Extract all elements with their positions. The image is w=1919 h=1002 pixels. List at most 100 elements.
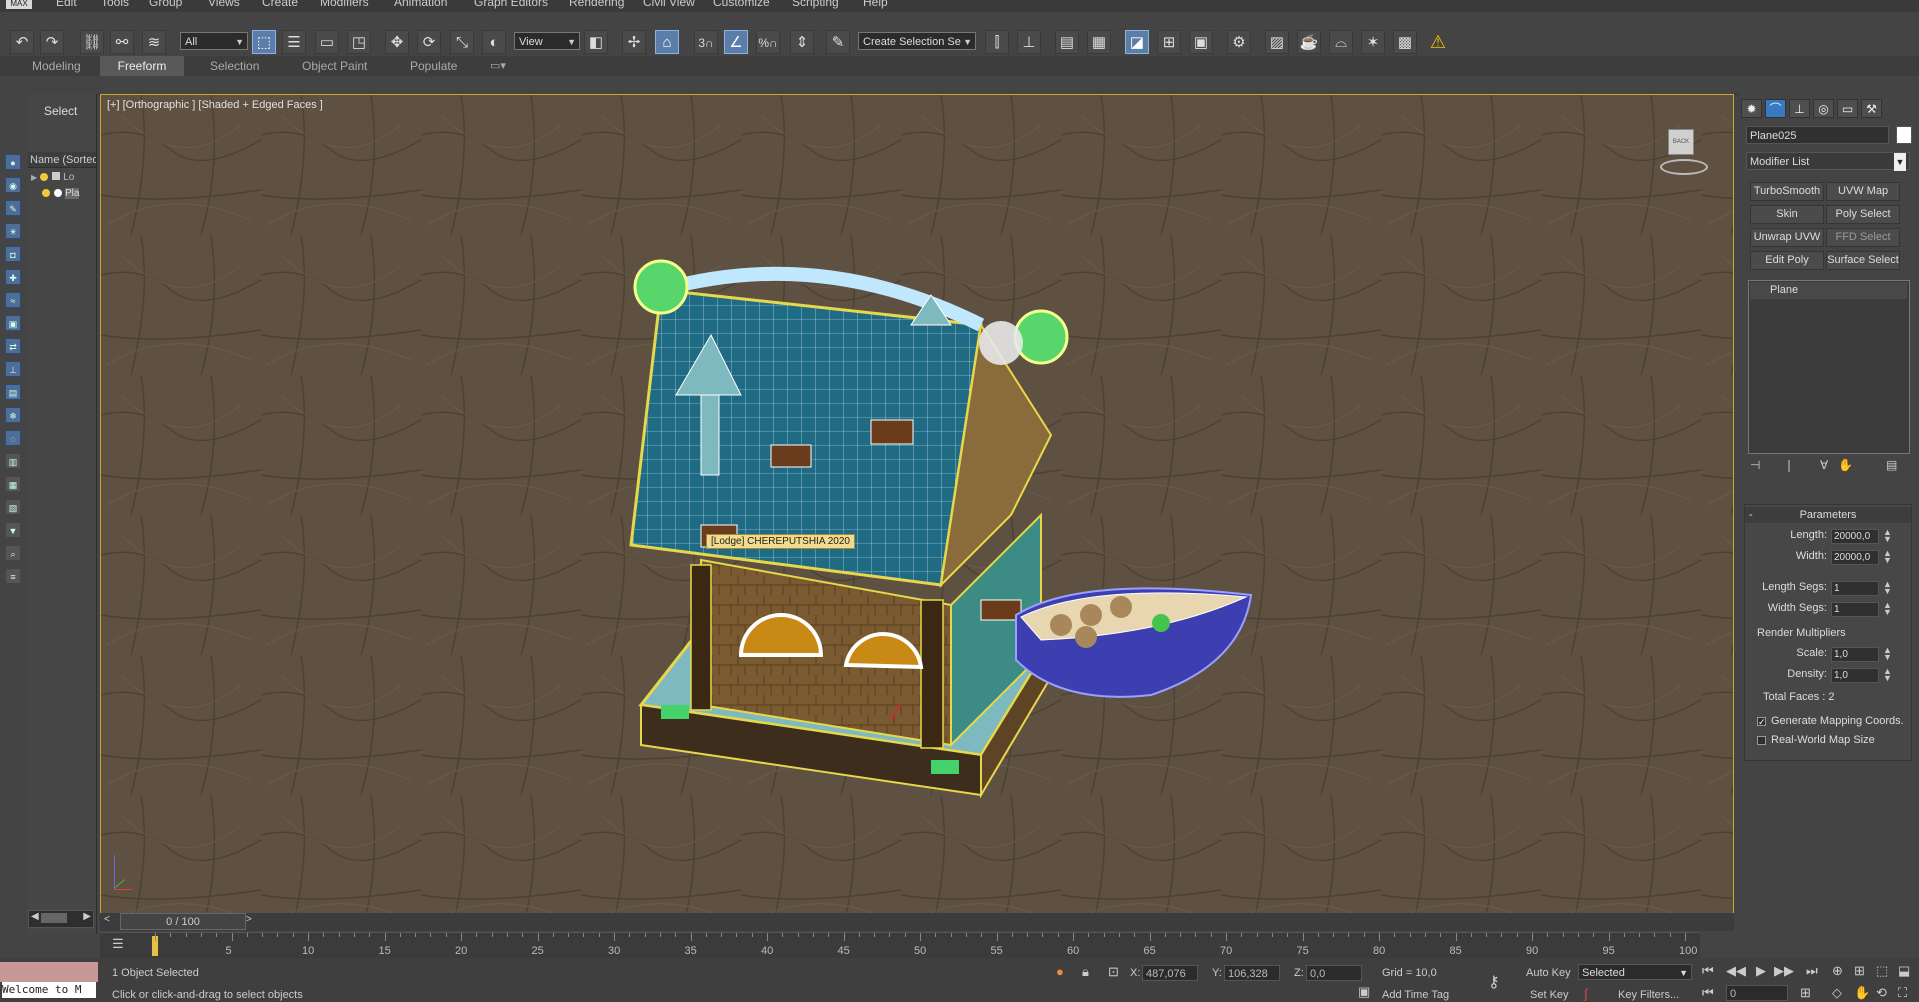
pan-view-icon[interactable]: ✋: [1854, 985, 1870, 1001]
density-input[interactable]: 1,0: [1831, 668, 1879, 683]
remove-modifier-icon[interactable]: ✋: [1838, 458, 1853, 472]
warning-icon[interactable]: ⚠: [1426, 30, 1450, 54]
scale-icon[interactable]: ⤡: [450, 30, 474, 54]
display-bones-icon[interactable]: ⊥: [5, 361, 21, 377]
expand-icon[interactable]: ▶: [31, 173, 37, 182]
menu-civil-view[interactable]: Civil View: [643, 0, 695, 9]
length-segs-input[interactable]: 1: [1831, 581, 1879, 596]
length-spinner[interactable]: ▲ ▼: [1883, 528, 1892, 544]
edit-poly-button[interactable]: Edit Poly: [1750, 251, 1824, 270]
next-frame-icon[interactable]: ▶▶: [1774, 963, 1794, 979]
go-to-end-icon[interactable]: ⏭: [1806, 963, 1818, 979]
zoom-icon[interactable]: ⊕: [1832, 963, 1843, 979]
scroll-left-icon[interactable]: ◀: [31, 911, 39, 922]
list-item[interactable]: ▶ Lo: [28, 170, 96, 186]
width-spinner[interactable]: ▲ ▼: [1883, 549, 1892, 565]
y-coord-field[interactable]: 106,328: [1224, 965, 1280, 981]
placement-icon[interactable]: ◐: [482, 30, 506, 54]
select-by-name-icon[interactable]: ☰: [282, 30, 306, 54]
time-slider-thumb[interactable]: 0 / 100: [120, 913, 246, 930]
display-containers-icon[interactable]: ▤: [5, 384, 21, 400]
angle-snap-icon[interactable]: ∠: [724, 30, 748, 54]
menu-edit[interactable]: Edit: [56, 0, 77, 9]
selection-set-dropdown[interactable]: Selected ▼: [1578, 964, 1692, 980]
object-name-field[interactable]: Plane025: [1746, 126, 1889, 144]
explorer-scrollbar[interactable]: ◀ ▶: [28, 910, 94, 928]
modify-tab-icon[interactable]: ⌒: [1765, 99, 1786, 118]
explorer-select-label[interactable]: Select: [44, 104, 77, 118]
ribbon-options-icon[interactable]: ▭▾: [480, 56, 516, 76]
create-tab-icon[interactable]: ✹: [1741, 99, 1762, 118]
filter-icon[interactable]: ▼: [5, 522, 21, 538]
bind-spacewarp-icon[interactable]: ≋: [142, 30, 166, 54]
maxscript-output[interactable]: Welcome to M: [2, 982, 96, 998]
link-icon[interactable]: ⛓: [80, 30, 104, 54]
poly-select-button[interactable]: Poly Select: [1826, 205, 1900, 224]
display-geometry-icon[interactable]: ◉: [5, 177, 21, 193]
time-next-icon[interactable]: >: [246, 914, 252, 925]
undo-icon[interactable]: ↶: [10, 30, 34, 54]
render-production-icon[interactable]: ☕: [1297, 30, 1321, 54]
hierarchy-tab-icon[interactable]: ⊥: [1789, 99, 1810, 118]
uvw-map-button[interactable]: UVW Map: [1826, 182, 1900, 201]
menu-help[interactable]: Help: [863, 0, 888, 9]
name-column-header[interactable]: Name (Sorted: [28, 152, 96, 168]
play-icon[interactable]: ▶: [1756, 963, 1766, 979]
unwrap-uvw-button[interactable]: Unwrap UVW: [1750, 228, 1824, 247]
unlink-icon[interactable]: ⚯: [110, 30, 134, 54]
set-key-mode-icon[interactable]: ⚷: [1488, 972, 1500, 992]
material-editor-icon[interactable]: ▣: [1189, 30, 1213, 54]
viewcube-face[interactable]: BACK: [1668, 129, 1694, 155]
render-iterative-icon[interactable]: ⌓: [1329, 30, 1353, 54]
menu-animation[interactable]: Animation: [394, 0, 447, 9]
length-input[interactable]: 20000,0: [1831, 529, 1879, 544]
viewcube-ring[interactable]: [1660, 159, 1708, 175]
object-color-swatch[interactable]: [1896, 126, 1912, 144]
modifier-stack[interactable]: Plane: [1748, 280, 1910, 454]
zoom-all-icon[interactable]: ⊞: [1854, 963, 1865, 979]
density-spinner[interactable]: ▲ ▼: [1883, 667, 1892, 683]
find-icon[interactable]: ⌕: [5, 545, 21, 561]
tab-modeling[interactable]: Modeling: [22, 56, 91, 76]
configure-sets-icon[interactable]: ▤: [1886, 458, 1897, 472]
time-prev-icon[interactable]: <: [104, 914, 110, 925]
display-tab-icon[interactable]: ▭: [1837, 99, 1858, 118]
select-manipulate-icon[interactable]: ✢: [622, 30, 646, 54]
redo-icon[interactable]: ↷: [40, 30, 64, 54]
curve-editor-icon[interactable]: ◪: [1125, 30, 1149, 54]
display-children-icon[interactable]: ▥: [5, 453, 21, 469]
display-groups-icon[interactable]: ▣: [5, 315, 21, 331]
selection-filter-dropdown[interactable]: All ▼: [180, 32, 248, 50]
orbit-icon[interactable]: ⟲: [1876, 985, 1887, 1001]
key-filters-button[interactable]: Key Filters...: [1618, 989, 1679, 1001]
scroll-thumb[interactable]: [41, 913, 67, 923]
menu-customize[interactable]: Customize: [713, 0, 770, 9]
ffd-select-button[interactable]: FFD Select: [1826, 228, 1900, 247]
viewport-orthographic[interactable]: [+] [Orthographic ] [Shaded + Edged Face…: [100, 94, 1734, 914]
display-shapes-icon[interactable]: ✎: [5, 200, 21, 216]
display-lights-icon[interactable]: ☀: [5, 223, 21, 239]
app-logo[interactable]: MAX: [6, 0, 32, 9]
scale-spinner[interactable]: ▲ ▼: [1883, 646, 1892, 662]
maxscript-mini-listener[interactable]: [0, 962, 98, 982]
named-selection-dropdown[interactable]: Create Selection Se ▼: [858, 32, 976, 50]
skin-button[interactable]: Skin: [1750, 205, 1824, 224]
maximize-viewport-icon[interactable]: ⛶: [1898, 985, 1907, 1001]
tab-selection[interactable]: Selection: [200, 56, 269, 76]
previous-frame-icon[interactable]: ◀◀: [1726, 963, 1746, 979]
go-to-start-icon[interactable]: ⏮: [1702, 963, 1714, 979]
surface-select-button[interactable]: Surface Select: [1826, 251, 1900, 270]
rendered-frame-icon[interactable]: ▨: [1265, 30, 1289, 54]
scale-input[interactable]: 1,0: [1831, 647, 1879, 662]
edit-named-sets-icon[interactable]: ✎: [826, 30, 850, 54]
modifier-list-dropdown[interactable]: Modifier List ▼: [1746, 152, 1910, 171]
display-spacewarps-icon[interactable]: ≈: [5, 292, 21, 308]
percent-snap-icon[interactable]: %∩: [756, 30, 780, 54]
display-influences-icon[interactable]: ▦: [5, 476, 21, 492]
spinner-snap-icon[interactable]: ⇕: [790, 30, 814, 54]
display-hidden-icon[interactable]: ◌: [5, 430, 21, 446]
render-activeshade-icon[interactable]: ✶: [1361, 30, 1385, 54]
display-cameras-icon[interactable]: ◘: [5, 246, 21, 262]
parameters-rollout-title[interactable]: - Parameters: [1745, 507, 1911, 523]
time-config-icon[interactable]: ⊞: [1800, 985, 1811, 1001]
